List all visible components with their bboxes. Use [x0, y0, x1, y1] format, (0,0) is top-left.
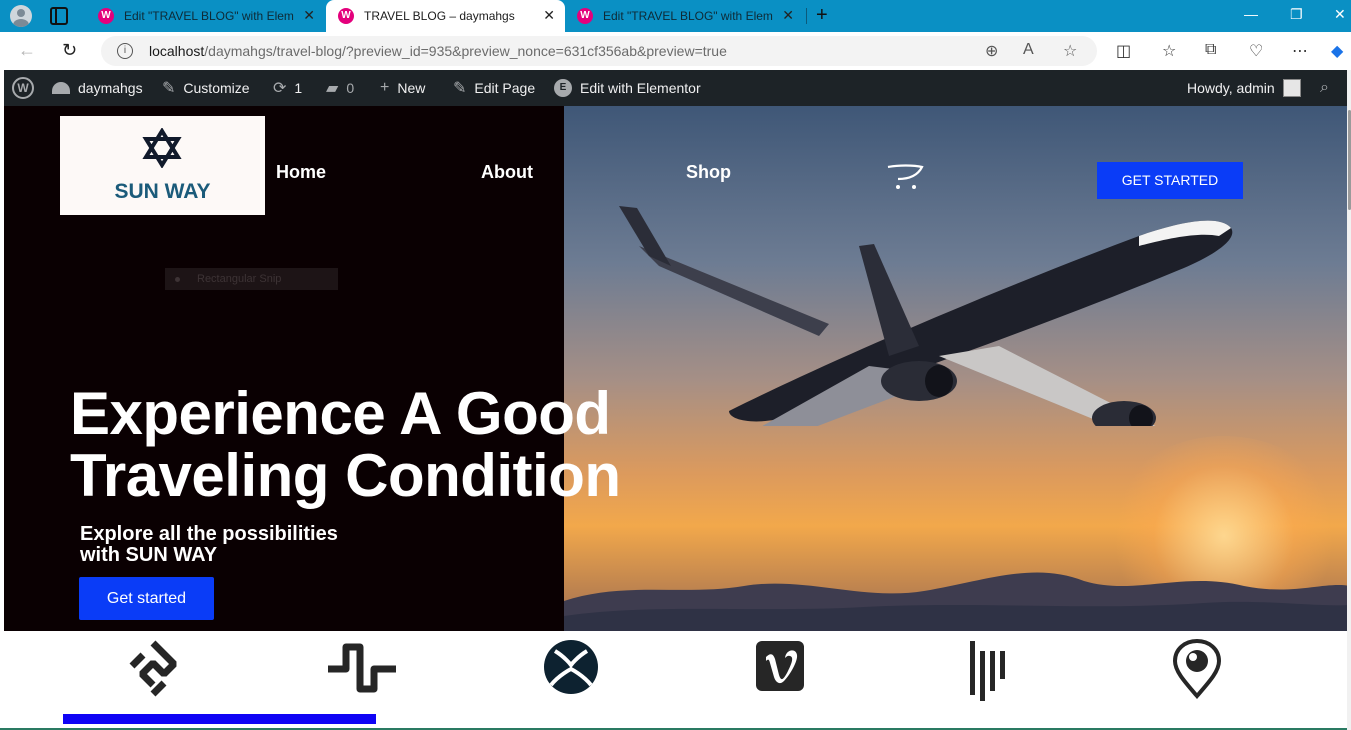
zoom-icon[interactable]: ⊕: [985, 41, 998, 61]
brush-icon: ✎: [162, 80, 176, 97]
close-icon[interactable]: ✕: [782, 7, 794, 24]
periscope-icon[interactable]: [1172, 639, 1222, 699]
get-started-header-button[interactable]: GET STARTED: [1097, 162, 1243, 199]
wordpress-logo-button[interactable]: W: [12, 70, 34, 106]
edit-page-label: Edit Page: [474, 80, 536, 96]
active-slide-indicator: [63, 714, 376, 724]
tab-actions-icon[interactable]: [50, 7, 68, 25]
updates-icon: ⟳: [273, 80, 287, 97]
squarespace-icon[interactable]: [126, 639, 180, 699]
updates-link[interactable]: ⟳ 1: [273, 70, 302, 106]
airplane-image: [619, 206, 1233, 426]
tab-separator: [806, 8, 807, 24]
read-aloud-icon[interactable]: A: [1023, 41, 1034, 59]
close-icon[interactable]: ✕: [303, 7, 315, 24]
dashboard-icon: [52, 82, 70, 94]
split-screen-icon[interactable]: ◫: [1116, 41, 1131, 61]
subheadline-line-1: Explore all the possibilities: [80, 523, 338, 545]
refresh-icon[interactable]: ↻: [62, 40, 77, 61]
browser-tab-1[interactable]: W Edit "TRAVEL BLOG" with Elementor ✕: [86, 0, 325, 32]
tab-title: Edit "TRAVEL BLOG" with Elementor: [124, 9, 294, 23]
wp-admin-bar: W daymahgs ✎ Customize ⟳ 1 ▰ 0 + New ✎ E…: [4, 70, 1351, 106]
edit-page-link[interactable]: ✎ Edit Page: [453, 70, 535, 106]
browser-tab-3[interactable]: W Edit "TRAVEL BLOG" with Elementor ✕: [565, 0, 804, 32]
back-icon[interactable]: ←: [18, 40, 36, 61]
minimize-icon[interactable]: —: [1244, 6, 1258, 22]
wordpress-icon: W: [12, 77, 34, 99]
admin-search-button[interactable]: ⌕: [1320, 70, 1329, 106]
site-info-icon[interactable]: i: [117, 43, 133, 59]
nav-shop[interactable]: Shop: [686, 162, 731, 183]
copilot-icon[interactable]: ◆: [1331, 41, 1343, 61]
edit-elementor-label: Edit with Elementor: [580, 80, 701, 96]
tab-title: Edit "TRAVEL BLOG" with Elementor: [603, 9, 773, 23]
elementor-icon: E: [554, 79, 572, 97]
new-tab-icon[interactable]: +: [816, 4, 828, 27]
pencil-icon: ✎: [453, 80, 467, 97]
headline-line-1: Experience A Good: [70, 380, 611, 447]
site-name-label: daymahgs: [78, 80, 143, 96]
new-label: New: [397, 80, 426, 96]
account-menu[interactable]: Howdy, admin: [1187, 70, 1301, 106]
collections-icon[interactable]: ⧉: [1205, 41, 1216, 59]
profile-avatar-icon[interactable]: [10, 5, 32, 27]
comment-icon: ▰: [326, 80, 339, 97]
restore-icon[interactable]: ❐: [1290, 6, 1303, 23]
subheadline-line-2: with SUN WAY: [80, 544, 218, 566]
favorites-icon[interactable]: ☆: [1162, 41, 1176, 61]
customize-link[interactable]: ✎ Customize: [162, 70, 250, 106]
get-started-hero-button[interactable]: Get started: [79, 577, 214, 620]
logo-text: SUN WAY: [114, 180, 211, 203]
hero-section: SUN WAY Home About Shop GET STARTED Rect…: [4, 106, 1351, 631]
comments-link[interactable]: ▰ 0: [326, 70, 354, 106]
updates-count: 1: [294, 80, 303, 96]
nav-home[interactable]: Home: [276, 162, 326, 183]
browser-tab-strip: W Edit "TRAVEL BLOG" with Elementor ✕ W …: [0, 0, 1351, 32]
elementor-favicon-icon: W: [577, 8, 593, 24]
pulse-icon[interactable]: [326, 639, 398, 695]
window-close-icon[interactable]: ✕: [1334, 6, 1346, 23]
browser-tab-2[interactable]: W TRAVEL BLOG – daymahgs ✕: [326, 0, 565, 32]
cart-icon[interactable]: [886, 163, 926, 191]
address-row: ← ↻ i localhost/daymahgs/travel-blog/?pr…: [0, 32, 1351, 70]
close-icon[interactable]: ✕: [543, 7, 555, 24]
star-of-david-icon: [142, 128, 182, 168]
xbox-icon[interactable]: [543, 639, 599, 695]
plus-icon: +: [380, 79, 390, 96]
howdy-label: Howdy, admin: [1187, 80, 1275, 96]
search-icon: ⌕: [1320, 79, 1329, 96]
brand-logo-strip: [0, 631, 1351, 730]
edit-with-elementor-link[interactable]: E Edit with Elementor: [554, 70, 701, 106]
cloud-silhouette: [564, 572, 1351, 631]
site-name-link[interactable]: daymahgs: [52, 70, 143, 106]
avatar: [1282, 79, 1301, 97]
gitlab-bars-icon[interactable]: [966, 639, 1010, 701]
site-logo[interactable]: SUN WAY: [60, 116, 265, 215]
comments-count: 0: [346, 80, 355, 96]
address-bar[interactable]: i localhost/daymahgs/travel-blog/?previe…: [101, 36, 1097, 66]
nav-about[interactable]: About: [481, 162, 533, 183]
url-text[interactable]: localhost/daymahgs/travel-blog/?preview_…: [149, 43, 727, 59]
favorite-star-icon[interactable]: ☆: [1063, 41, 1077, 61]
more-menu-icon[interactable]: ⋯: [1292, 41, 1308, 61]
hero-subheadline: Explore all the possibilities with SUN W…: [80, 524, 338, 566]
new-content-link[interactable]: + New: [380, 70, 425, 106]
vimeo-icon[interactable]: [754, 639, 806, 693]
customize-label: Customize: [183, 80, 250, 96]
browser-essentials-icon[interactable]: ♡: [1249, 41, 1263, 61]
site-favicon-icon: W: [338, 8, 354, 24]
rectangular-snip-overlay: Rectangular Snip: [165, 268, 338, 290]
tab-title: TRAVEL BLOG – daymahgs: [364, 9, 515, 23]
hero-headline: Experience A Good Traveling Condition: [70, 383, 621, 507]
headline-line-2: Traveling Condition: [70, 442, 621, 509]
elementor-favicon-icon: W: [98, 8, 114, 24]
